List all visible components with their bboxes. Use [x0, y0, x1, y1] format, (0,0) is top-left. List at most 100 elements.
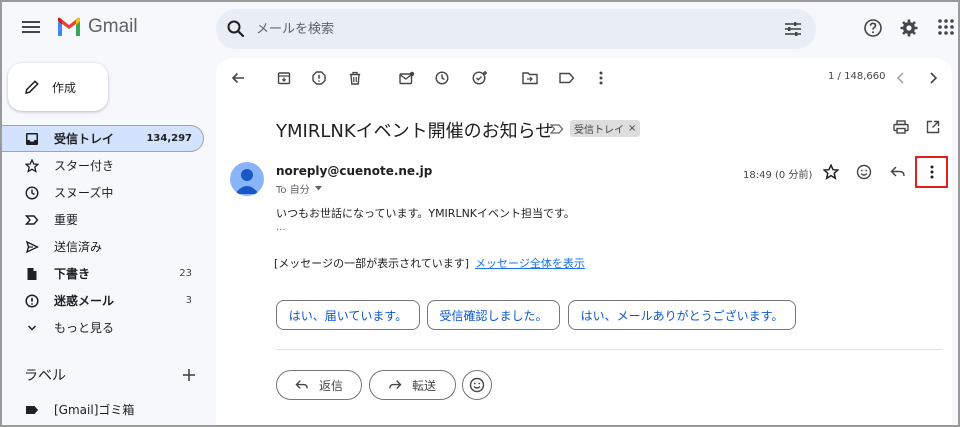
remove-label-close-icon[interactable]: ×	[628, 123, 636, 134]
smart-reply-chip[interactable]: 受信確認しました。	[427, 300, 560, 330]
sidebar-item-drafts[interactable]: 下書き 23	[0, 260, 204, 287]
sender-avatar[interactable]	[230, 162, 264, 196]
important-icon	[24, 212, 40, 228]
sidebar-item-sent[interactable]: 送信済み	[0, 233, 204, 260]
main-menu-icon[interactable]	[20, 18, 42, 40]
search-bar[interactable]	[216, 9, 816, 49]
message-timestamp: 18:49 (0 分前)	[743, 170, 813, 181]
print-icon[interactable]	[893, 119, 909, 135]
sidebar-item-label: 迷惑メール	[54, 294, 115, 308]
older-chevron-right-icon[interactable]	[925, 70, 941, 86]
sidebar-item-label: 下書き	[54, 267, 91, 281]
smart-reply-chip[interactable]: はい、メールありがとうございます。	[568, 300, 796, 330]
clipped-message-notice: [メッセージの一部が表示されています] メッセージ全体を表示	[274, 255, 585, 271]
sidebar-item-spam[interactable]: 迷惑メール 3	[0, 287, 204, 314]
search-input[interactable]	[256, 9, 776, 49]
drafts-count: 23	[179, 268, 192, 279]
send-icon	[24, 239, 40, 255]
sidebar-item-snoozed[interactable]: スヌーズ中	[0, 179, 204, 206]
more-vert-icon[interactable]	[930, 165, 934, 179]
chevron-down-icon	[24, 320, 40, 336]
message-toolbar: 1 / 148,660	[216, 58, 952, 98]
add-task-icon[interactable]	[472, 70, 488, 86]
inbox-icon	[24, 131, 40, 147]
clipped-notice-text: [メッセージの一部が表示されています]	[274, 257, 470, 270]
back-arrow-icon[interactable]	[230, 70, 246, 86]
emoji-reaction-icon[interactable]	[855, 163, 873, 181]
spam-warning-icon	[24, 293, 40, 309]
forward-label: 転送	[412, 378, 437, 393]
forward-button[interactable]: 転送	[369, 370, 456, 400]
trash-icon[interactable]	[347, 70, 363, 86]
mark-unread-icon[interactable]	[399, 70, 415, 86]
gmail-logo[interactable]: Gmail	[56, 16, 138, 38]
view-entire-message-link[interactable]: メッセージ全体を表示	[475, 255, 585, 271]
sidebar-item-label: スター付き	[54, 159, 115, 173]
sidebar-item-label: 重要	[54, 213, 79, 227]
inbox-label-badge[interactable]: 受信トレイ ×	[570, 120, 641, 137]
label-icon[interactable]	[559, 70, 575, 86]
pagination-count: 1 / 148,660	[828, 71, 886, 82]
reply-divider	[276, 349, 942, 350]
emoji-reaction-button[interactable]	[462, 370, 492, 400]
sidebar-item-starred[interactable]: スター付き	[0, 152, 204, 179]
show-trimmed-content[interactable]: ...	[276, 222, 286, 233]
sender-email[interactable]: noreply@cuenote.ne.jp	[276, 164, 432, 178]
sidebar-item-important[interactable]: 重要	[0, 206, 204, 233]
archive-icon[interactable]	[276, 70, 292, 86]
sidebar-item-label: 送信済み	[54, 240, 103, 254]
forward-arrow-icon	[389, 380, 402, 389]
snooze-clock-icon[interactable]	[434, 70, 450, 86]
reply-arrow-icon[interactable]	[889, 163, 907, 181]
more-vert-icon[interactable]	[593, 70, 609, 86]
sidebar-item-label-trash[interactable]: [Gmail]ゴミ箱	[24, 401, 134, 418]
add-label-plus-icon[interactable]	[182, 368, 196, 382]
person-icon	[235, 169, 259, 194]
subject-badges: 受信トレイ ×	[550, 120, 641, 137]
label-tag-icon	[24, 402, 40, 418]
reply-button[interactable]: 返信	[276, 370, 362, 400]
open-new-window-icon[interactable]	[925, 119, 941, 135]
message-body-text: いつもお世話になっています。YMIRLNKイベント担当です。	[276, 207, 575, 220]
app-name: Gmail	[88, 16, 138, 37]
importance-marker-icon[interactable]	[550, 123, 564, 135]
unread-count: 134,297	[146, 133, 192, 144]
sidebar-item-label: [Gmail]ゴミ箱	[54, 403, 135, 417]
sidebar-nav: 受信トレイ 134,297 スター付き スヌーズ中 重要 送信済み 下書き 23	[0, 125, 204, 341]
reply-arrow-icon	[295, 380, 308, 389]
compose-label: 作成	[52, 80, 77, 95]
message-panel: 1 / 148,660 YMIRLNKイベント開催のお知らせ 受信トレイ × n…	[216, 58, 952, 427]
sidebar-item-more[interactable]: もっと見る	[0, 314, 204, 341]
star-icon[interactable]	[822, 163, 840, 181]
message-subject: YMIRLNKイベント開催のお知らせ	[276, 121, 554, 142]
inbox-label-text: 受信トレイ	[574, 125, 624, 136]
settings-gear-icon[interactable]	[899, 18, 919, 38]
help-icon[interactable]	[863, 18, 883, 38]
recipient-text: To 自分	[276, 185, 310, 196]
star-icon	[24, 158, 40, 174]
search-options-icon[interactable]	[784, 21, 802, 37]
reply-label: 返信	[319, 378, 344, 393]
pencil-icon	[25, 80, 39, 94]
emoji-smile-icon	[469, 377, 485, 393]
apps-grid-icon[interactable]	[937, 18, 955, 36]
recipient-details[interactable]: To 自分	[276, 181, 322, 196]
clock-icon	[24, 185, 40, 201]
draft-file-icon	[24, 266, 40, 282]
spam-count: 3	[185, 295, 192, 306]
sidebar-item-label: もっと見る	[54, 321, 115, 335]
smart-reply-chip[interactable]: はい、届いています。	[276, 300, 420, 330]
sidebar-item-inbox[interactable]: 受信トレイ 134,297	[0, 125, 204, 152]
labels-section-header: ラベル	[24, 365, 196, 385]
newer-chevron-left-icon[interactable]	[893, 70, 909, 86]
sidebar-item-label: 受信トレイ	[54, 132, 115, 146]
caret-down-icon	[314, 186, 322, 191]
move-to-folder-icon[interactable]	[522, 70, 538, 86]
message-more-options-highlight[interactable]	[915, 156, 948, 188]
search-icon[interactable]	[226, 19, 246, 39]
compose-button[interactable]: 作成	[8, 63, 108, 111]
labels-title: ラベル	[24, 368, 66, 384]
report-spam-icon[interactable]	[311, 70, 327, 86]
sidebar-item-label: スヌーズ中	[54, 186, 114, 200]
top-bar: Gmail	[0, 0, 960, 58]
